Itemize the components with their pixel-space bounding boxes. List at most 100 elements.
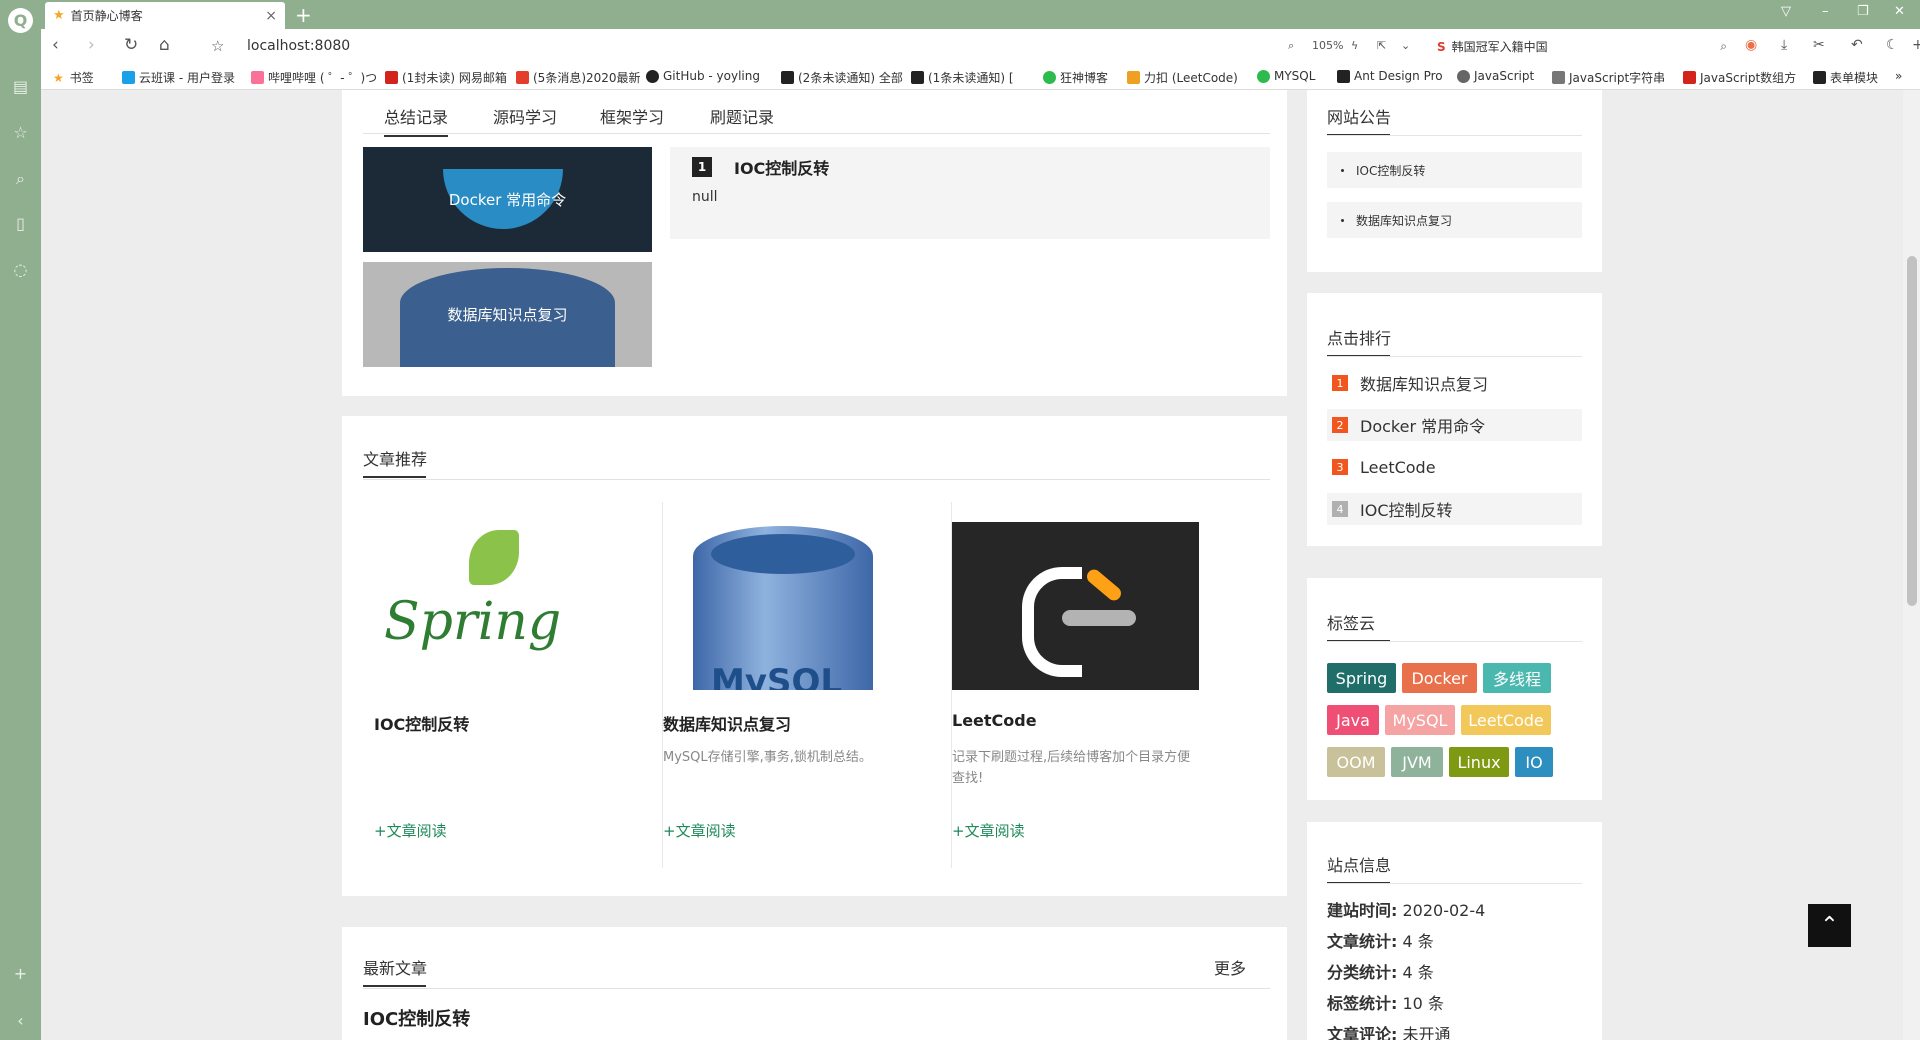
bookmarks-overflow-icon[interactable]: » (1895, 69, 1902, 83)
browser-tab[interactable]: ★ 首页静心博客 × (45, 2, 285, 29)
bookmark-item[interactable]: (1封未读) 网易邮箱 (385, 69, 507, 86)
article-title[interactable]: 数据库知识点复习 (663, 711, 791, 735)
notice-item[interactable]: 数据库知识点复习 (1327, 202, 1582, 238)
address-bar[interactable]: localhost:8080 (247, 38, 350, 54)
tab-close-icon[interactable]: × (265, 8, 277, 24)
favorites-star-icon[interactable]: ☆ (10, 122, 31, 143)
book-icon[interactable]: ▯ (10, 213, 31, 234)
bookmark-item[interactable]: ★ 书签 (53, 69, 94, 86)
flash-icon[interactable]: ϟ (1351, 39, 1358, 52)
minimize-button[interactable]: – (1822, 4, 1829, 19)
tag-io[interactable]: IO (1515, 747, 1553, 777)
reading-list-icon[interactable]: ▤ (10, 76, 31, 97)
article-title[interactable]: IOC控制反转 (374, 711, 469, 735)
rank-item[interactable]: 4 IOC控制反转 (1327, 493, 1582, 525)
search-icon-nav[interactable]: ⌕ (1720, 39, 1727, 54)
bookmark-item[interactable]: Ant Design Pro (1337, 69, 1443, 83)
bookmark-item[interactable]: JavaScript字符串 (1552, 69, 1665, 86)
tag-linux[interactable]: Linux (1449, 747, 1509, 777)
night-mode-icon[interactable]: ☾ (1886, 37, 1899, 53)
tag-spring[interactable]: Spring (1327, 663, 1396, 693)
info-row: 分类统计: 4 条 (1327, 963, 1434, 982)
bookmark-item[interactable]: 哔哩哔哩 ( ゜- ゜)つ (251, 69, 377, 86)
tab-favicon-icon: ★ (53, 8, 65, 23)
bookmark-item[interactable]: 表单模块 (1813, 69, 1878, 86)
tag-mysql[interactable]: MySQL (1385, 705, 1455, 735)
article-card[interactable]: Spring IOC控制反转 +文章阅读 (342, 502, 621, 868)
article-desc: MySQL存储引擎,事务,锁机制总结。 (663, 750, 872, 765)
back-icon[interactable]: ‹ (52, 35, 59, 55)
tag-leetcode[interactable]: LeetCode (1461, 705, 1551, 735)
back-to-top-button[interactable]: ⌃ (1808, 904, 1851, 947)
ranking-title: 点击排行 (1327, 325, 1391, 357)
share-icon[interactable]: ⇱ (1377, 39, 1386, 52)
thumb-docker[interactable]: Docker 常用命令 (363, 147, 652, 252)
recommend-title: 文章推荐 (363, 446, 427, 478)
latest-article-title[interactable]: IOC控制反转 (363, 1005, 470, 1031)
dropdown-icon[interactable]: ⌄ (1401, 39, 1410, 52)
skin-icon[interactable]: ▽ (1781, 4, 1791, 19)
tag-java[interactable]: Java (1327, 705, 1379, 735)
download-icon[interactable]: ⤓ (1781, 37, 1787, 53)
bookmark-item[interactable]: 狂神博客 (1043, 69, 1108, 86)
tab-leetcode[interactable]: 刷题记录 (710, 104, 774, 128)
tag-multithread[interactable]: 多线程 (1483, 663, 1551, 693)
notice-item[interactable]: IOC控制反转 (1327, 152, 1582, 188)
bookmark-star-icon[interactable]: ☆ (211, 37, 224, 55)
chevron-up-icon: ⌃ (1820, 913, 1839, 938)
search-box[interactable]: S 韩国冠军入籍中国 ⌕ (1437, 34, 1727, 59)
forward-icon[interactable]: › (88, 35, 95, 55)
bookmark-item[interactable]: MYSQL (1257, 69, 1315, 83)
reload-icon[interactable]: ↻ (124, 35, 138, 55)
cut-icon[interactable]: ✂ (1813, 37, 1825, 53)
read-more-link[interactable]: +文章阅读 (663, 820, 736, 841)
search-input[interactable]: 韩国冠军入籍中国 (1452, 38, 1548, 55)
read-more-link[interactable]: +文章阅读 (374, 820, 447, 841)
article-card[interactable]: LeetCode 记录下刷题过程,后续给博客加个目录方便查找! +文章阅读 (920, 502, 1199, 868)
tab-summary[interactable]: 总结记录 (384, 104, 449, 137)
thumb-docker-label: Docker 常用命令 (448, 191, 567, 209)
collapse-icon[interactable]: ‹ (10, 1010, 31, 1031)
game-icon[interactable]: ◉ (1745, 37, 1757, 53)
tab-title: 首页静心博客 (70, 9, 143, 23)
bookmark-item[interactable]: (1条未读通知) [ (911, 69, 1014, 86)
bookmark-item[interactable]: (2条未读通知) 全部 (781, 69, 903, 86)
more-link[interactable]: 更多 (1214, 955, 1246, 979)
bookmark-item[interactable]: 力扣 (LeetCode) (1127, 69, 1238, 86)
zoom-icon[interactable]: ⌕ (1288, 39, 1294, 53)
rank-item[interactable]: 2 Docker 常用命令 (1327, 409, 1582, 441)
tab-framework[interactable]: 框架学习 (600, 104, 664, 128)
thumb-database[interactable]: 数据库知识点复习 (363, 262, 652, 367)
bookmark-item[interactable]: JavaScript数组方 (1683, 69, 1796, 86)
spring-logo-text: Spring (384, 592, 562, 652)
article-title[interactable]: LeetCode (952, 711, 1037, 730)
bookmark-item[interactable]: 云班课 - 用户登录 (122, 69, 235, 86)
rank-item[interactable]: 3 LeetCode (1327, 451, 1582, 483)
add-icon[interactable]: + (10, 963, 31, 984)
tag-oom[interactable]: OOM (1327, 747, 1385, 777)
close-window-button[interactable]: ✕ (1894, 4, 1905, 19)
search-icon[interactable]: ⌕ (10, 168, 31, 189)
ranking-panel: 点击排行 1 数据库知识点复习 2 Docker 常用命令 3 LeetCode 4I… (1307, 293, 1602, 546)
tag-jvm[interactable]: JVM (1391, 747, 1443, 777)
read-more-link[interactable]: +文章阅读 (952, 820, 1025, 841)
bookmark-item[interactable]: JavaScript (1457, 69, 1534, 83)
bookmark-item[interactable]: GitHub - yoyling (646, 69, 760, 83)
article-card[interactable]: MySQL 数据库知识点复习 MySQL存储引擎,事务,锁机制总结。 +文章阅读 (631, 502, 910, 868)
add-icon-nav[interactable]: + (1912, 37, 1920, 53)
chat-icon[interactable]: ◌ (10, 259, 31, 280)
browser-logo-icon[interactable]: Q (8, 8, 33, 33)
tab-source[interactable]: 源码学习 (493, 104, 557, 128)
browser-sidebar: Q ▤ ☆ ⌕ ▯ ◌ + ‹ (0, 0, 41, 1040)
undo-icon[interactable]: ↶ (1851, 37, 1863, 53)
new-tab-button[interactable]: + (295, 3, 312, 27)
tag-docker[interactable]: Docker (1402, 663, 1477, 693)
bookmark-item[interactable]: (5条消息)2020最新 (516, 69, 641, 86)
home-icon[interactable]: ⌂ (159, 35, 170, 55)
rank-item[interactable]: 1 数据库知识点复习 (1327, 367, 1582, 399)
scrollbar-thumb[interactable] (1907, 256, 1917, 606)
zoom-level[interactable]: 105% (1312, 39, 1343, 52)
featured-article[interactable]: 1 IOC控制反转 null (670, 147, 1270, 239)
page-scrollbar[interactable] (1903, 90, 1920, 1040)
restore-button[interactable]: ❐ (1857, 4, 1869, 19)
